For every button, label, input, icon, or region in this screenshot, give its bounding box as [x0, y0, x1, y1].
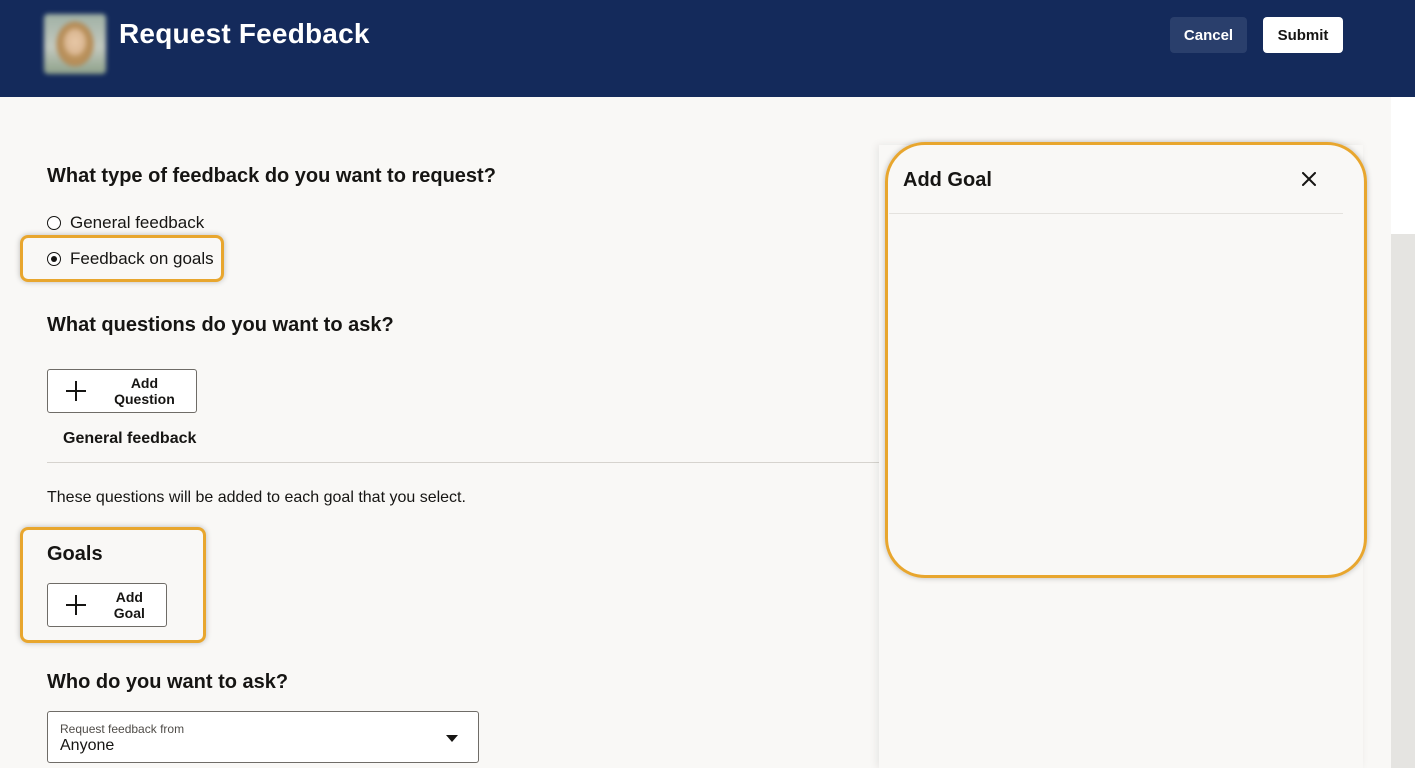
- drawer-title: Add Goal: [903, 169, 992, 191]
- select-label: Request feedback from: [60, 722, 185, 736]
- plus-icon: [66, 595, 86, 615]
- avatar: [44, 14, 106, 74]
- radio-general-feedback[interactable]: General feedback: [47, 213, 204, 233]
- header-bar: Request Feedback Cancel Submit: [0, 0, 1415, 97]
- request-feedback-from-select[interactable]: Request feedback from Anyone: [47, 711, 479, 763]
- add-goal-label: Add Goal: [113, 589, 145, 621]
- plus-icon: [66, 381, 86, 401]
- questions-heading: What questions do you want to ask?: [47, 314, 394, 336]
- close-icon[interactable]: [1297, 167, 1321, 191]
- general-feedback-subheading: General feedback: [63, 430, 197, 447]
- feedback-type-heading: What type of feedback do you want to req…: [47, 165, 496, 187]
- add-question-label: Add Question: [114, 375, 175, 407]
- radio-checked-icon[interactable]: [47, 252, 61, 266]
- scroll-track: [1391, 234, 1415, 768]
- cancel-button[interactable]: Cancel: [1170, 17, 1247, 53]
- submit-button[interactable]: Submit: [1263, 17, 1343, 53]
- add-goal-drawer: Add Goal: [879, 145, 1363, 768]
- goals-heading: Goals: [47, 543, 103, 565]
- radio-unchecked-icon[interactable]: [47, 216, 61, 230]
- radio-label: General feedback: [70, 213, 205, 232]
- add-goal-button[interactable]: Add Goal: [47, 583, 167, 627]
- divider: [47, 462, 879, 463]
- questions-note: These questions will be added to each go…: [47, 489, 466, 506]
- drawer-divider: [889, 213, 1343, 214]
- who-heading: Who do you want to ask?: [47, 671, 289, 693]
- chevron-down-icon[interactable]: [446, 735, 458, 742]
- radio-label: Feedback on goals: [70, 249, 214, 268]
- add-question-button[interactable]: Add Question: [47, 369, 197, 413]
- select-value: Anyone: [60, 737, 115, 754]
- page-title: Request Feedback: [119, 18, 370, 49]
- close-icon-glyph: [1302, 172, 1316, 186]
- radio-feedback-on-goals[interactable]: Feedback on goals: [47, 249, 214, 269]
